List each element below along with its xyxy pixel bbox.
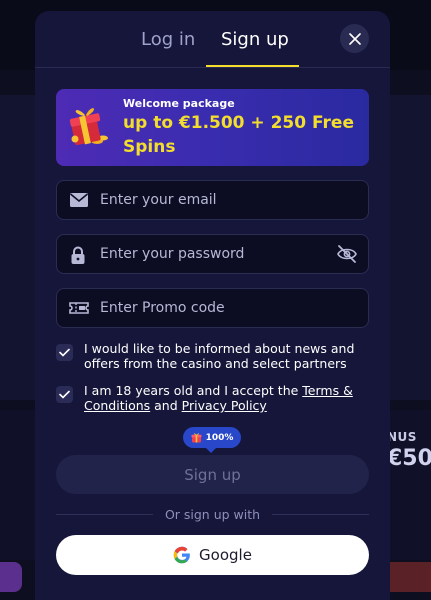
- password-field: [56, 234, 369, 274]
- lock-icon: [71, 246, 85, 264]
- signup-submit-button[interactable]: Sign up: [56, 455, 369, 494]
- gift-icon: [69, 108, 108, 146]
- welcome-offer: up to €1.500 + 250 Free Spins: [123, 113, 354, 157]
- tab-login[interactable]: Log in: [141, 29, 195, 50]
- eye-off-icon[interactable]: [336, 244, 358, 264]
- background-right-tile: [390, 562, 431, 592]
- signup-modal: Log in Sign up Welcome package up to €1.…: [35, 11, 390, 600]
- promo-code-field: [56, 288, 369, 328]
- age-consent-text: I am 18 years old and I accept the: [84, 383, 303, 398]
- welcome-package-banner: Welcome package up to €1.500 + 250 Free …: [56, 89, 369, 166]
- tab-signup[interactable]: Sign up: [221, 29, 289, 50]
- divider-left: [56, 514, 153, 515]
- email-field: [56, 180, 369, 220]
- age-consent-checkbox[interactable]: [56, 386, 73, 403]
- background-bonus-value: €50: [387, 446, 431, 471]
- bonus-percent-text: 100%: [205, 432, 234, 443]
- email-input[interactable]: [100, 181, 330, 219]
- close-button[interactable]: [340, 24, 369, 53]
- age-consent-label: I am 18 years old and I accept the Terms…: [84, 383, 369, 413]
- auth-tabs: Log in Sign up: [35, 11, 390, 67]
- bonus-percent-badge: 100%: [183, 427, 241, 453]
- privacy-policy-link[interactable]: Privacy Policy: [182, 398, 267, 413]
- google-signup-button[interactable]: Google: [56, 535, 369, 575]
- mail-icon: [69, 193, 89, 207]
- welcome-title: Welcome package: [123, 97, 235, 110]
- gift-icon: [191, 433, 202, 443]
- background-bonus-label: NUS: [387, 430, 417, 444]
- promo-code-input[interactable]: [100, 289, 330, 327]
- google-icon: [173, 546, 190, 564]
- news-consent-checkbox[interactable]: [56, 344, 73, 361]
- ticket-icon: [69, 302, 89, 314]
- background-left-tile: [0, 562, 22, 592]
- password-input[interactable]: [100, 235, 330, 273]
- check-icon: [59, 348, 70, 357]
- check-icon: [59, 390, 70, 399]
- tabs-divider: [35, 67, 390, 68]
- or-signup-with-text: Or sign up with: [164, 507, 261, 522]
- age-consent-conjunction: and: [150, 398, 182, 413]
- news-consent-label: I would like to be informed about news a…: [84, 341, 355, 371]
- close-icon: [348, 32, 361, 45]
- divider-right: [272, 514, 369, 515]
- google-signup-label: Google: [199, 546, 252, 564]
